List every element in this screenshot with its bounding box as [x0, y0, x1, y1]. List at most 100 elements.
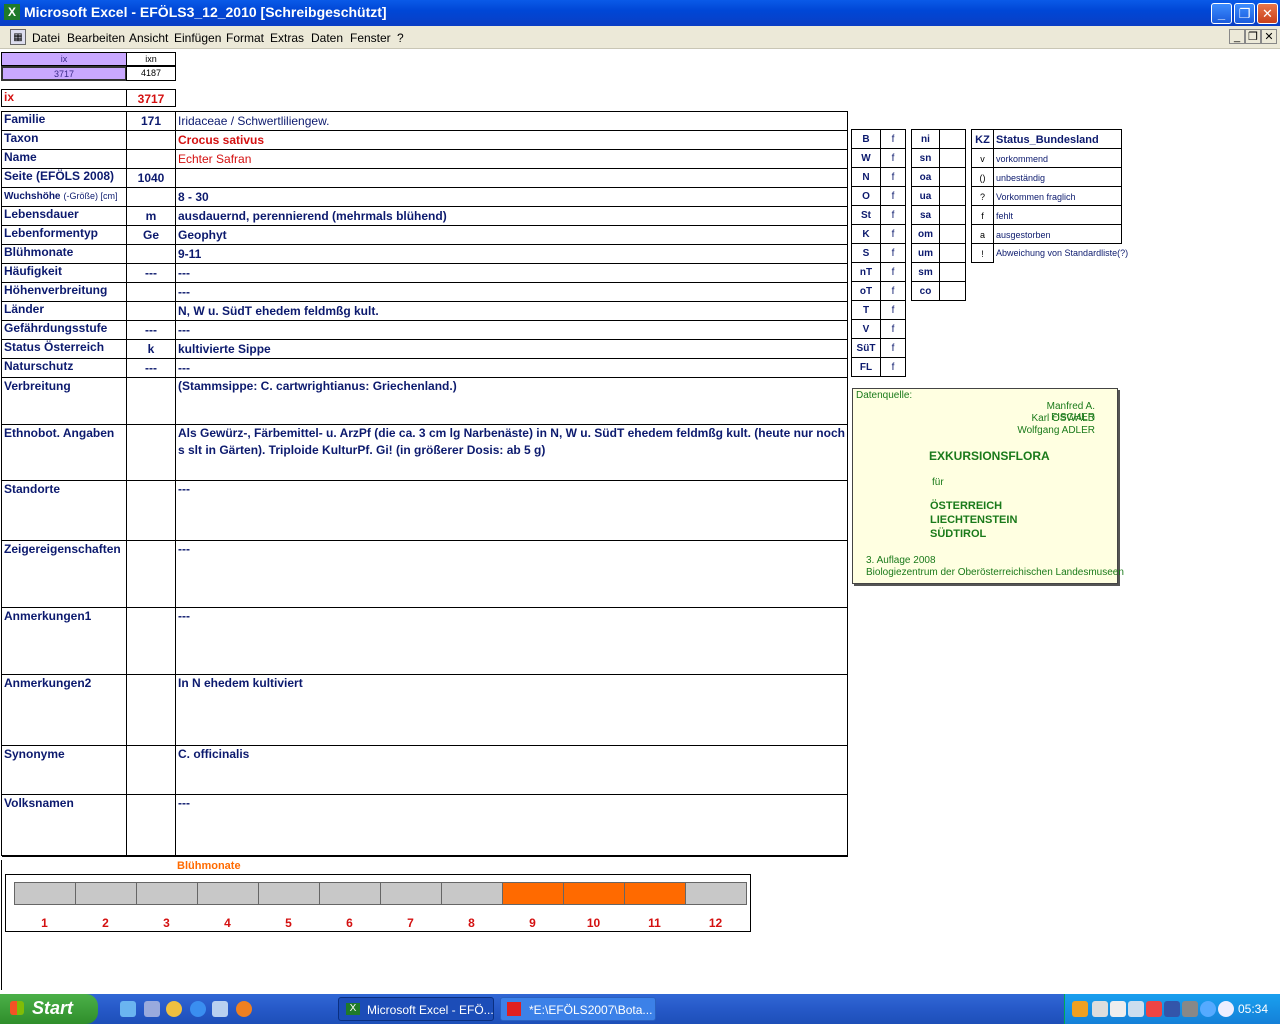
row-text[interactable]: ---: [175, 263, 848, 283]
row-code[interactable]: 171: [126, 111, 176, 131]
row-code[interactable]: ---: [126, 358, 176, 378]
menu-help[interactable]: ?: [397, 31, 404, 45]
altitude-value[interactable]: [939, 243, 966, 263]
region-value[interactable]: f: [880, 319, 906, 339]
info-icon[interactable]: [1200, 1001, 1216, 1017]
row-text[interactable]: ausdauernd, perennierend (mehrmals blühe…: [175, 206, 848, 226]
row-code[interactable]: ---: [126, 320, 176, 340]
row-text[interactable]: Crocus sativus: [175, 130, 848, 150]
region-value[interactable]: f: [880, 243, 906, 263]
task-document[interactable]: *E:\EFÖLS2007\Bota...: [500, 997, 656, 1021]
start-button[interactable]: Start: [0, 994, 98, 1024]
row-text[interactable]: ---: [175, 794, 848, 856]
menu-format[interactable]: Format: [226, 31, 264, 45]
tray-icon-9[interactable]: [1218, 1001, 1234, 1017]
menu-fenster[interactable]: Fenster: [350, 31, 391, 45]
region-value[interactable]: f: [880, 205, 906, 225]
region-value[interactable]: f: [880, 148, 906, 168]
row-text[interactable]: Echter Safran: [175, 149, 848, 169]
region-value[interactable]: f: [880, 338, 906, 358]
menu-extras[interactable]: Extras: [270, 31, 304, 45]
doc-close-button[interactable]: ✕: [1261, 29, 1277, 44]
menu-bearbeiten[interactable]: Bearbeiten: [67, 31, 125, 45]
altitude-value[interactable]: [939, 148, 966, 168]
menu-datei[interactable]: Datei: [32, 31, 60, 45]
tray-icon-7[interactable]: [1182, 1001, 1198, 1017]
row-code[interactable]: [126, 149, 176, 169]
row-text[interactable]: N, W u. SüdT ehedem feldmßg kult.: [175, 301, 848, 321]
row-code[interactable]: ---: [126, 263, 176, 283]
region-value[interactable]: f: [880, 186, 906, 206]
row-text[interactable]: 9-11: [175, 244, 848, 264]
explorer-icon[interactable]: [144, 1001, 160, 1017]
task-excel[interactable]: Microsoft Excel - EFÖ...: [338, 997, 494, 1021]
row-code[interactable]: Ge: [126, 225, 176, 245]
row-code[interactable]: 1040: [126, 168, 176, 188]
altitude-value[interactable]: [939, 281, 966, 301]
security-icon[interactable]: [1146, 1001, 1162, 1017]
row-text[interactable]: Als Gewürz-, Färbemittel- u. ArzPf (die …: [175, 424, 848, 481]
altitude-value[interactable]: [939, 262, 966, 282]
document-icon[interactable]: ▦: [10, 29, 26, 45]
outlook-icon[interactable]: [212, 1001, 228, 1017]
row-text[interactable]: In N ehedem kultiviert: [175, 674, 848, 746]
row-code[interactable]: [126, 794, 176, 856]
ix-big-value[interactable]: 3717: [126, 89, 176, 107]
minimize-button[interactable]: _: [1211, 3, 1232, 24]
row-text[interactable]: Geophyt: [175, 225, 848, 245]
excel-icon[interactable]: X: [4, 4, 20, 20]
network-icon[interactable]: [1092, 1001, 1108, 1017]
row-text[interactable]: ---: [175, 320, 848, 340]
row-text[interactable]: ---: [175, 480, 848, 541]
row-text[interactable]: ---: [175, 607, 848, 675]
restore-button[interactable]: ❐: [1234, 3, 1255, 24]
internet-explorer-icon[interactable]: [190, 1001, 206, 1017]
row-code[interactable]: [126, 301, 176, 321]
row-code[interactable]: [126, 377, 176, 425]
altitude-value[interactable]: [939, 167, 966, 187]
tray-icon-1[interactable]: [1072, 1001, 1088, 1017]
row-text[interactable]: ---: [175, 540, 848, 608]
firefox-icon[interactable]: [236, 1001, 252, 1017]
row-text[interactable]: (Stammsippe: C. cartwrightianus: Grieche…: [175, 377, 848, 425]
row-text[interactable]: C. officinalis: [175, 745, 848, 795]
row-text[interactable]: [175, 168, 848, 188]
media-player-icon[interactable]: [166, 1001, 182, 1017]
region-value[interactable]: f: [880, 167, 906, 187]
row-text[interactable]: ---: [175, 358, 848, 378]
region-value[interactable]: f: [880, 262, 906, 282]
volume-icon[interactable]: [1110, 1001, 1126, 1017]
row-code[interactable]: [126, 282, 176, 302]
region-value[interactable]: f: [880, 281, 906, 301]
region-value[interactable]: f: [880, 224, 906, 244]
region-value[interactable]: f: [880, 357, 906, 377]
altitude-value[interactable]: [939, 186, 966, 206]
region-value[interactable]: f: [880, 129, 906, 149]
menu-daten[interactable]: Daten: [311, 31, 343, 45]
altitude-value[interactable]: [939, 129, 966, 149]
row-code[interactable]: [126, 130, 176, 150]
row-code[interactable]: [126, 424, 176, 481]
altitude-value[interactable]: [939, 224, 966, 244]
search-icon[interactable]: [1128, 1001, 1144, 1017]
row-text[interactable]: kultivierte Sippe: [175, 339, 848, 359]
altitude-value[interactable]: [939, 205, 966, 225]
row-code[interactable]: [126, 607, 176, 675]
ixn-value-cell[interactable]: 4187: [126, 66, 176, 81]
row-code[interactable]: [126, 745, 176, 795]
row-code[interactable]: [126, 480, 176, 541]
row-code[interactable]: [126, 187, 176, 207]
row-code[interactable]: [126, 674, 176, 746]
row-code[interactable]: [126, 244, 176, 264]
desktop-icon[interactable]: [120, 1001, 136, 1017]
doc-restore-button[interactable]: ❐: [1245, 29, 1261, 44]
ix-value-cell[interactable]: 3717: [1, 66, 127, 81]
region-value[interactable]: f: [880, 300, 906, 320]
row-code[interactable]: [126, 540, 176, 608]
row-text[interactable]: ---: [175, 282, 848, 302]
menu-ansicht[interactable]: Ansicht: [129, 31, 168, 45]
row-code[interactable]: m: [126, 206, 176, 226]
row-text[interactable]: Iridaceae / Schwertliliengew.: [175, 111, 848, 131]
close-button[interactable]: ✕: [1257, 3, 1278, 24]
shield-icon[interactable]: [1164, 1001, 1180, 1017]
